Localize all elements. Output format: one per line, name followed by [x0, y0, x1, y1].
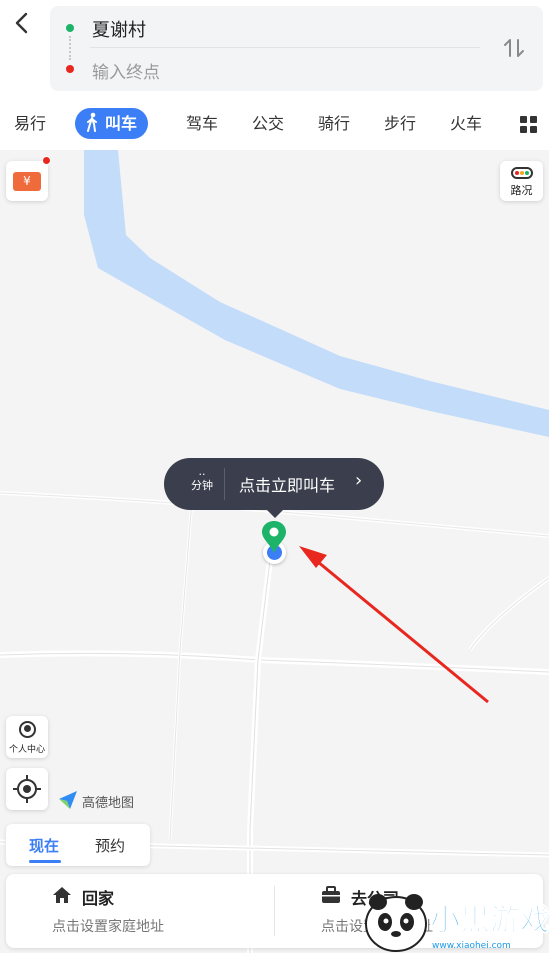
- end-point-dot: [66, 65, 74, 73]
- tab-taxi-label: 叫车: [105, 114, 138, 133]
- start-point-field[interactable]: 夏谢村: [92, 16, 146, 42]
- swap-vertical-icon: [504, 39, 524, 57]
- amap-logo-icon: [59, 791, 77, 809]
- tab-reserve[interactable]: 预约: [95, 835, 125, 856]
- time-tabs: 现在 预约: [6, 824, 150, 866]
- back-button[interactable]: [10, 10, 34, 38]
- call-car-callout[interactable]: .. 分钟 点击立即叫车 ›: [164, 458, 384, 518]
- tab-now[interactable]: 现在: [29, 835, 59, 856]
- eta-unit: 分钟: [191, 479, 213, 492]
- route-dotted-line: [69, 36, 71, 60]
- watermark-url: www.xiaohei.com: [432, 941, 511, 951]
- route-input-box: 夏谢村 输入终点: [50, 6, 543, 91]
- tab-taxi[interactable]: 叫车: [75, 108, 149, 139]
- end-point-field[interactable]: 输入终点: [92, 58, 160, 83]
- tab-cycling[interactable]: 骑行: [318, 110, 350, 138]
- personal-center-label: 个人中心: [8, 745, 45, 755]
- go-home-subtitle: 点击设置家庭地址: [52, 919, 164, 935]
- chevron-right-icon: ›: [355, 470, 363, 491]
- locate-button[interactable]: [6, 768, 48, 810]
- brand-name: 高德地图: [82, 796, 135, 811]
- chevron-left-icon: [15, 12, 28, 34]
- eta-value: ..: [198, 465, 206, 478]
- start-point-dot: [66, 24, 74, 32]
- tab-drive[interactable]: 驾车: [186, 110, 218, 138]
- person-icon: [19, 721, 36, 738]
- tab-walking[interactable]: 步行: [384, 110, 416, 138]
- xiaohei-watermark: 小黑游戏 www.xiaohei.com: [365, 894, 549, 952]
- watermark-title: 小黑游戏: [430, 903, 549, 938]
- swap-button[interactable]: [501, 34, 527, 62]
- tab-train[interactable]: 火车: [450, 110, 482, 138]
- walking-person-icon: [85, 108, 99, 139]
- grid-icon[interactable]: [520, 116, 538, 134]
- call-car-now-label: 点击立即叫车: [239, 476, 336, 495]
- active-tab-indicator: [29, 860, 61, 863]
- callout-divider: [224, 468, 225, 500]
- briefcase-icon: [322, 886, 340, 903]
- tab-easy-travel[interactable]: 易行: [14, 110, 46, 138]
- go-home-shortcut[interactable]: 回家 点击设置家庭地址: [6, 874, 274, 948]
- route-header: 夏谢村 输入终点 易行 叫车 驾车 公交 骑行 步行 火车: [0, 0, 549, 150]
- personal-center-button[interactable]: 个人中心: [6, 716, 48, 758]
- eta-minutes: .. 分钟: [180, 466, 224, 494]
- route-divider: [90, 47, 480, 48]
- tab-bus[interactable]: 公交: [252, 110, 284, 138]
- home-icon: [53, 887, 71, 903]
- go-home-title: 回家: [82, 889, 115, 908]
- transport-mode-tabs: 易行 叫车 驾车 公交 骑行 步行 火车: [0, 104, 549, 144]
